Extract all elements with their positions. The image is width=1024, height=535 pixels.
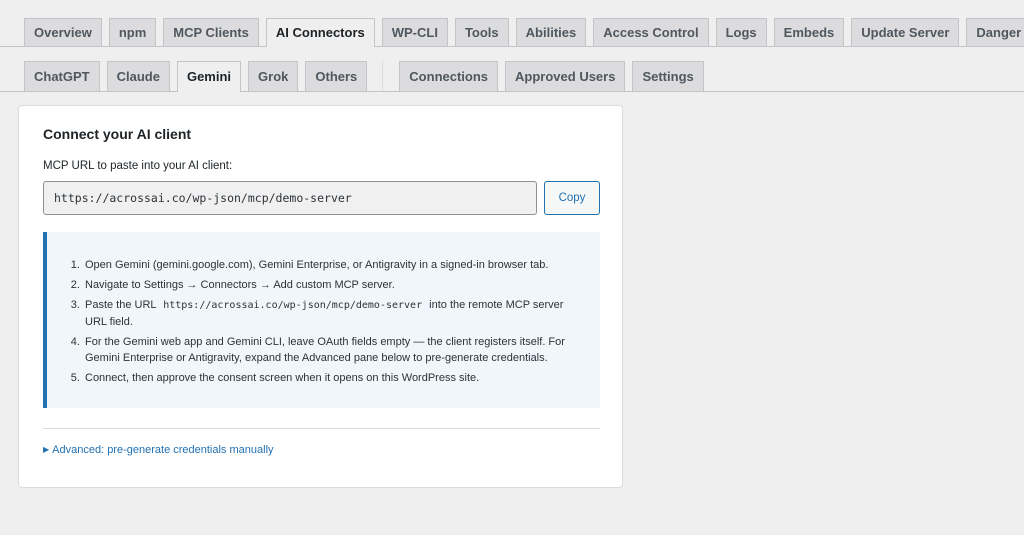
- subtab-others[interactable]: Others: [305, 61, 368, 91]
- tab-danger-zone[interactable]: Danger Zone: [966, 18, 1024, 46]
- tab-ai-connectors[interactable]: AI Connectors: [265, 18, 375, 47]
- subtab-gemini[interactable]: Gemini: [176, 61, 242, 92]
- step-3-url-code: https://acrossai.co/wp-json/mcp/demo-ser…: [163, 300, 423, 311]
- subtab-settings[interactable]: Settings: [632, 61, 704, 91]
- tab-tools[interactable]: Tools: [454, 18, 509, 46]
- copy-button[interactable]: Copy: [544, 181, 600, 215]
- card-title: Connect your AI client: [43, 126, 192, 142]
- tab-npm[interactable]: npm: [108, 18, 157, 46]
- main-tab-bar: Overview npm MCP Clients AI Connectors W…: [0, 18, 1024, 47]
- advanced-toggle[interactable]: ▶ Advanced: pre-generate credentials manu…: [43, 444, 274, 456]
- tab-logs[interactable]: Logs: [715, 18, 767, 46]
- tab-embeds[interactable]: Embeds: [773, 18, 845, 46]
- step-1-text: Open Gemini (gemini.google.com), Gemini …: [85, 259, 549, 271]
- subtab-grok[interactable]: Grok: [248, 61, 299, 91]
- tab-overview[interactable]: Overview: [24, 18, 102, 46]
- instructions-notice: Open Gemini (gemini.google.com), Gemini …: [43, 232, 600, 408]
- step-4-text: For the Gemini web app and Gemini CLI, l…: [85, 336, 565, 364]
- mcp-url-label: MCP URL to paste into your AI client:: [43, 160, 233, 172]
- instruction-step-5: Connect, then approve the consent screen…: [83, 370, 580, 386]
- subtab-claude[interactable]: Claude: [106, 61, 170, 91]
- instructions-list: Open Gemini (gemini.google.com), Gemini …: [47, 257, 600, 390]
- step-2-text: Navigate to Settings → Connectors → Add …: [85, 279, 395, 291]
- tab-access-control[interactable]: Access Control: [593, 18, 709, 46]
- connect-card: Connect your AI client MCP URL to paste …: [18, 105, 623, 488]
- tab-wp-cli[interactable]: WP-CLI: [381, 18, 448, 46]
- tab-mcp-clients[interactable]: MCP Clients: [163, 18, 259, 46]
- instruction-step-3: Paste the URL https://acrossai.co/wp-jso…: [83, 297, 580, 330]
- instruction-step-4: For the Gemini web app and Gemini CLI, l…: [83, 334, 580, 366]
- instruction-step-2: Navigate to Settings → Connectors → Add …: [83, 277, 580, 293]
- card-divider: [43, 428, 600, 429]
- triangle-right-icon: ▶: [43, 445, 50, 454]
- tab-update-server[interactable]: Update Server: [851, 18, 960, 46]
- subtab-chatgpt[interactable]: ChatGPT: [24, 61, 100, 91]
- sub-tab-bar: ChatGPT Claude Gemini Grok Others Connec…: [0, 61, 1024, 92]
- mcp-url-field[interactable]: https://acrossai.co/wp-json/mcp/demo-ser…: [43, 181, 537, 215]
- subtab-approved-users[interactable]: Approved Users: [505, 61, 626, 91]
- advanced-toggle-label: Advanced: pre-generate credentials manua…: [52, 444, 274, 456]
- instruction-step-1: Open Gemini (gemini.google.com), Gemini …: [83, 257, 580, 273]
- tab-abilities[interactable]: Abilities: [515, 18, 587, 46]
- subtab-separator: [382, 61, 384, 91]
- subtab-connections[interactable]: Connections: [399, 61, 499, 91]
- step-3-text-pre: Paste the URL: [85, 299, 157, 311]
- step-5-text: Connect, then approve the consent screen…: [85, 372, 480, 384]
